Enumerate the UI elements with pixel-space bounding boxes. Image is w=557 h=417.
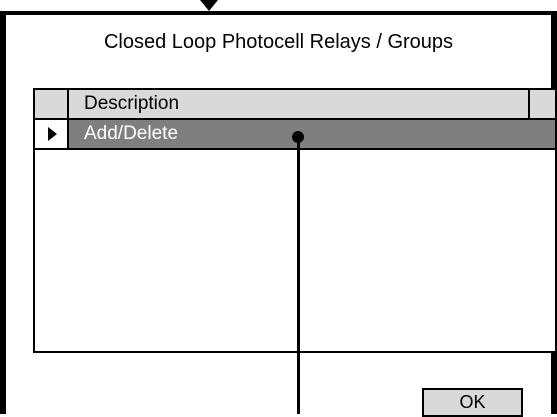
play-triangle-icon	[48, 127, 57, 141]
dialog-window: Closed Loop Photocell Relays / Groups De…	[0, 11, 557, 417]
ok-button[interactable]: OK	[422, 388, 523, 417]
column-header-description[interactable]: Description	[69, 90, 530, 118]
grid-header: Description	[35, 90, 555, 120]
callout-line	[297, 137, 300, 414]
down-arrow-icon	[200, 0, 218, 11]
relays-groups-grid: Description Add/Delete	[33, 88, 557, 353]
row-header-corner	[35, 90, 69, 118]
dialog-title: Closed Loop Photocell Relays / Groups	[103, 31, 454, 53]
row-cell-add-delete[interactable]: Add/Delete	[69, 120, 555, 148]
row-selector[interactable]	[35, 120, 69, 148]
